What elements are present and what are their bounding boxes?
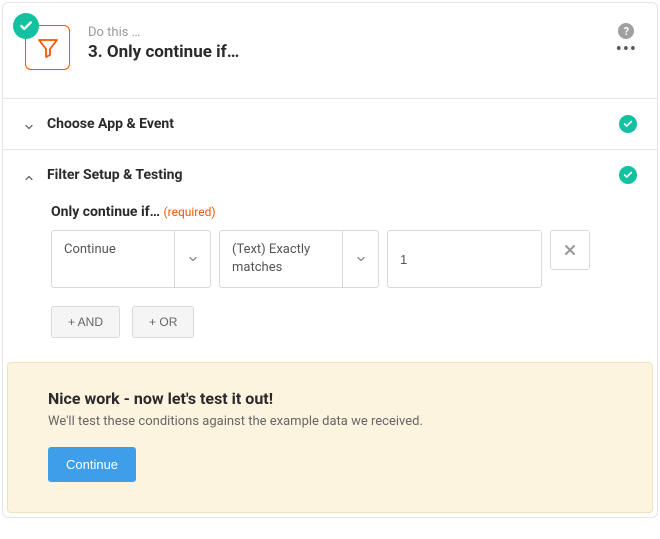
more-menu-icon[interactable]: ••• (616, 45, 637, 55)
section-choose-app[interactable]: Choose App & Event (3, 98, 657, 149)
status-success-icon (13, 13, 39, 39)
status-check-icon (619, 166, 637, 184)
add-and-button[interactable]: + AND (51, 306, 120, 338)
section-filter-setup[interactable]: Filter Setup & Testing (3, 149, 657, 200)
step-header: Do this … 3. Only continue if… ? ••• (3, 3, 657, 98)
test-panel: Nice work - now let's test it out! We'll… (7, 362, 653, 513)
chevron-down-icon[interactable] (174, 231, 210, 287)
test-title: Nice work - now let's test it out! (48, 389, 612, 408)
remove-condition-button[interactable] (550, 230, 590, 270)
chevron-down-icon[interactable] (342, 231, 378, 287)
filter-field-label-text: Only continue if… (51, 204, 160, 220)
filter-body: Only continue if… (required) Continue (T… (3, 200, 657, 362)
step-kicker: Do this … (88, 25, 637, 40)
filter-field-label: Only continue if… (required) (51, 204, 637, 220)
app-icon-wrap (25, 25, 70, 70)
chevron-up-icon (23, 169, 35, 181)
test-description: We'll test these conditions against the … (48, 414, 612, 429)
filter-condition-row: Continue (Text) Exactly matches (51, 230, 637, 288)
status-check-icon (619, 115, 637, 133)
help-icon[interactable]: ? (618, 23, 634, 39)
chevron-down-icon (23, 118, 35, 130)
section-title-choose-app: Choose App & Event (47, 116, 607, 132)
add-or-button[interactable]: + OR (132, 306, 194, 338)
field-dropdown[interactable]: Continue (51, 230, 211, 288)
condition-dropdown-value: (Text) Exactly matches (220, 231, 342, 287)
condition-dropdown[interactable]: (Text) Exactly matches (219, 230, 379, 288)
field-dropdown-value: Continue (52, 231, 174, 287)
step-title: 3. Only continue if… (88, 42, 637, 62)
required-label: (required) (164, 205, 216, 219)
continue-button[interactable]: Continue (48, 447, 136, 482)
section-title-filter: Filter Setup & Testing (47, 167, 607, 183)
value-input[interactable] (387, 230, 542, 288)
